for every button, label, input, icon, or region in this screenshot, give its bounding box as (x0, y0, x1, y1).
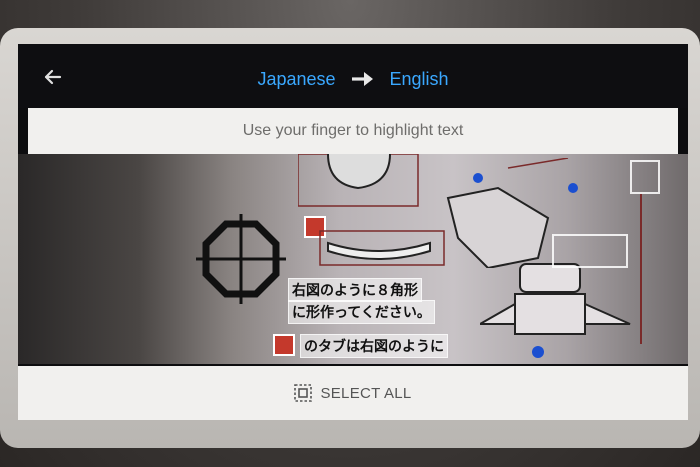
highlight-hint-banner: Use your finger to highlight text (28, 108, 678, 154)
tab-strip-sketch (319, 230, 445, 266)
top-bar: Japanese English (18, 44, 688, 108)
select-all-label: SELECT ALL (320, 384, 412, 402)
detected-text-line-1[interactable]: 右図のように８角形 (288, 278, 422, 302)
detected-text-line-3[interactable]: のタブは右図のように (300, 334, 448, 358)
app-screen: Japanese English Use your finger to high… (18, 44, 688, 420)
target-language[interactable]: English (390, 69, 449, 90)
instruction-marker-2 (273, 334, 295, 356)
paper-guide-line (640, 194, 642, 344)
detected-text-line-2[interactable]: に形作ってください。 (288, 300, 435, 324)
select-all-icon (294, 384, 313, 402)
robot-sketch (480, 263, 631, 358)
octagon-diagram (196, 214, 286, 304)
arrow-right-icon[interactable] (350, 69, 376, 89)
text-highlight-box-2[interactable] (630, 160, 660, 194)
language-selector: Japanese English (18, 66, 688, 92)
source-language[interactable]: Japanese (257, 69, 335, 90)
hint-text: Use your finger to highlight text (242, 122, 464, 139)
select-all-button[interactable]: SELECT ALL (18, 366, 688, 420)
text-highlight-box-1[interactable] (552, 234, 628, 268)
camera-viewfinder[interactable]: 右図のように８角形 に形作ってください。 のタブは右図のように (18, 154, 688, 364)
figure-sketch-top (298, 154, 419, 207)
